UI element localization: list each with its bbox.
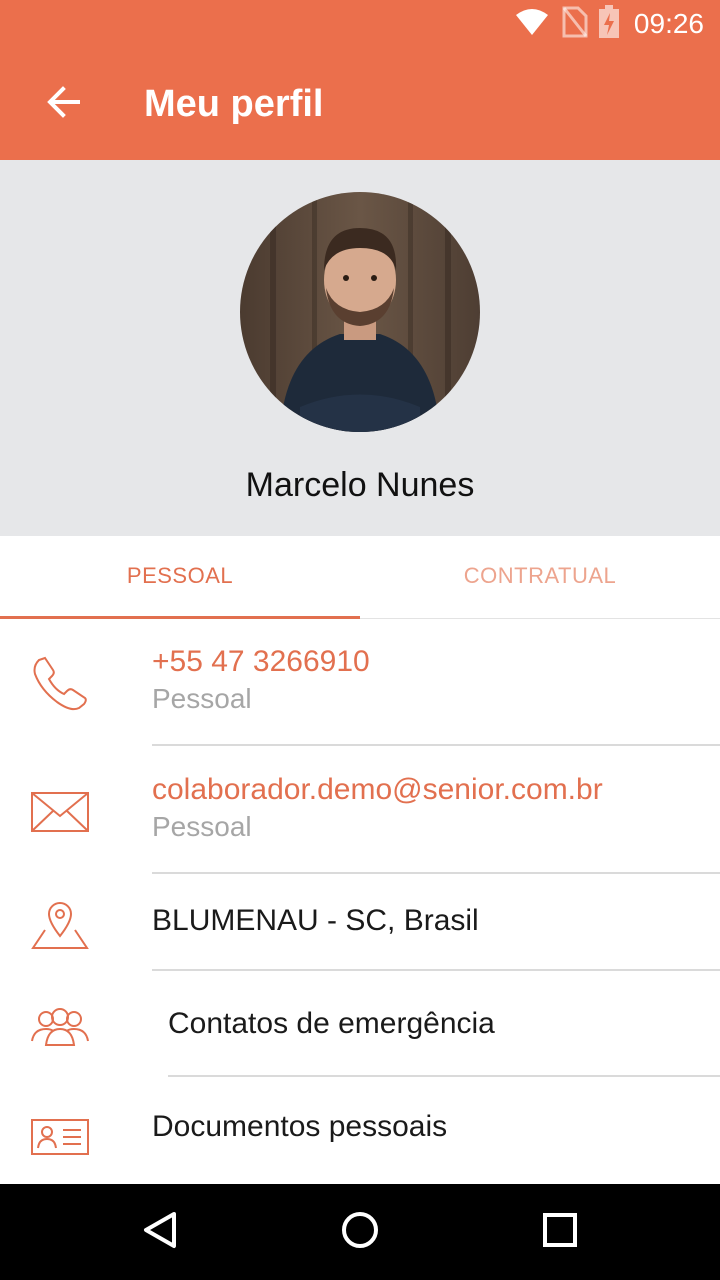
page-title: Meu perfil — [144, 83, 324, 125]
app-bar: 09:26 Meu perfil — [0, 0, 720, 160]
nav-back-button[interactable] — [120, 1192, 200, 1272]
email-address: colaborador.demo@senior.com.br — [152, 773, 603, 806]
back-button[interactable] — [24, 64, 104, 144]
profile-header: Marcelo Nunes — [0, 160, 720, 536]
location-row[interactable]: BLUMENAU - SC, Brasil — [0, 874, 720, 971]
documents-row[interactable]: Documentos pessoais — [0, 1077, 720, 1184]
location-text: BLUMENAU - SC, Brasil — [152, 904, 479, 937]
tab-bar: PESSOAL CONTRATUAL — [0, 536, 720, 619]
status-bar: 09:26 — [0, 0, 720, 48]
arrow-left-icon — [46, 84, 82, 125]
home-circle-icon — [340, 1210, 380, 1255]
status-icons: 09:26 — [514, 4, 704, 44]
phone-row[interactable]: +55 47 3266910 Pessoal — [0, 619, 720, 746]
mail-icon — [30, 782, 90, 842]
wifi-icon — [514, 7, 550, 42]
no-sim-icon — [560, 6, 588, 43]
email-type: Pessoal — [152, 811, 252, 842]
email-row[interactable]: colaborador.demo@senior.com.br Pessoal — [0, 746, 720, 874]
emergency-contacts-row[interactable]: Contatos de emergência — [0, 971, 720, 1077]
status-time: 09:26 — [633, 8, 704, 39]
nav-home-button[interactable] — [320, 1192, 400, 1272]
phone-icon — [30, 653, 90, 713]
back-triangle-icon — [140, 1210, 180, 1255]
system-navigation-bar — [0, 1184, 720, 1280]
avatar[interactable] — [240, 192, 480, 432]
phone-number: +55 47 3266910 — [152, 645, 370, 678]
id-card-icon — [30, 1107, 90, 1167]
profile-name: Marcelo Nunes — [245, 466, 475, 504]
phone-type: Pessoal — [152, 683, 252, 714]
nav-recents-button[interactable] — [520, 1192, 600, 1272]
people-icon — [30, 997, 90, 1057]
map-pin-icon — [30, 896, 90, 956]
emergency-contacts-label: Contatos de emergência — [168, 1007, 495, 1040]
documents-label: Documentos pessoais — [152, 1110, 448, 1143]
tab-contratual[interactable]: CONTRATUAL — [360, 536, 720, 616]
tab-pessoal[interactable]: PESSOAL — [0, 536, 360, 616]
recents-square-icon — [540, 1210, 580, 1255]
battery-charging-icon — [598, 4, 620, 44]
